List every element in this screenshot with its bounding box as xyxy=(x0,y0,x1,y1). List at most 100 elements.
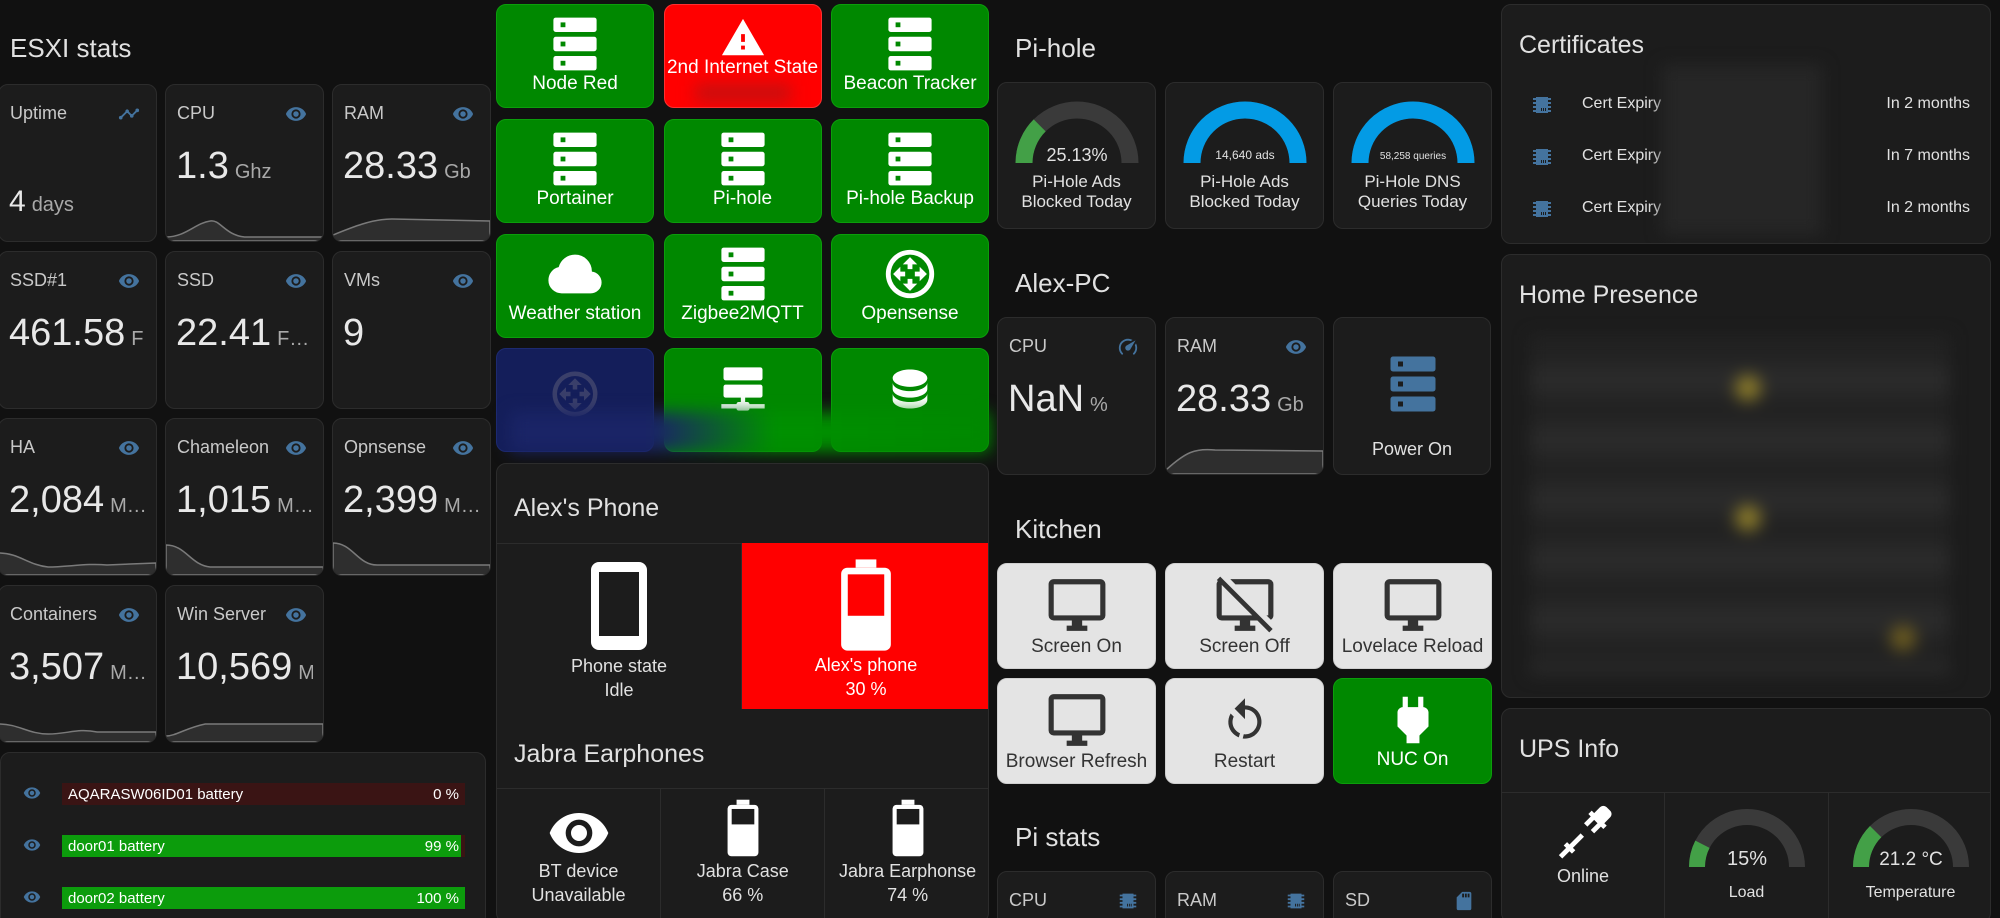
tile-beacon-tracker[interactable]: Beacon Tracker xyxy=(831,4,989,108)
eye-icon xyxy=(1285,340,1307,354)
kitchen-screen-on-button[interactable]: Screen On xyxy=(997,563,1156,669)
ups-status: Online xyxy=(1556,866,1610,886)
cert-value: In 7 months xyxy=(1886,147,1970,164)
alert-icon xyxy=(721,18,764,56)
tile-weather-station[interactable]: Weather station xyxy=(496,234,654,338)
pihole-gauge-card[interactable]: 58,258 queries Pi-Hole DNS Queries Today xyxy=(1333,82,1492,229)
sensor-card-opnsense[interactable]: Opnsense 2,399 M… xyxy=(332,418,491,576)
temperature-gauge: 21.2 °C xyxy=(1853,809,1969,870)
eye-icon xyxy=(285,274,307,288)
sensor-name: SSD#1 xyxy=(10,270,68,290)
gauge: 58,258 queries xyxy=(1351,101,1475,164)
jabra-title: Jabra Earphones xyxy=(514,740,705,768)
battery-row[interactable]: door01 battery 99 % xyxy=(1,828,485,864)
pistats-title: Pi stats xyxy=(1015,822,1101,852)
battery-icon xyxy=(892,799,924,857)
sensor-unit: Ghz xyxy=(234,161,272,183)
jabra-item-value: Unavailable xyxy=(531,885,626,905)
sensor-card-ha[interactable]: HA 2,084 M… xyxy=(0,418,157,576)
battery-bar: AQARASW06ID01 battery 0 % xyxy=(62,783,465,805)
gauge: 14,640 ads xyxy=(1183,101,1307,164)
ups-load-label: Load xyxy=(1728,884,1765,901)
sensor-value: 1,015 xyxy=(176,479,272,521)
kitchen-screen-off-button[interactable]: Screen Off xyxy=(1165,563,1324,669)
server-network-icon xyxy=(721,367,765,411)
ups-status-tile[interactable]: Online xyxy=(1502,792,1665,918)
sensor-unit: F xyxy=(131,328,144,350)
cloud-icon xyxy=(548,254,602,294)
sensor-card-win-server[interactable]: Win Server 10,569M xyxy=(165,585,324,743)
cert-name: Cert Expiry xyxy=(1582,199,1662,216)
sensor-value: 1.3 xyxy=(176,145,229,187)
pihole-gauge-card[interactable]: 14,640 ads Pi-Hole Ads Blocked Today xyxy=(1165,82,1324,229)
cert-value: In 2 months xyxy=(1886,199,1970,216)
jabra-item[interactable]: Jabra Earphonse 74 % xyxy=(826,789,988,918)
kitchen-nuc-on-button[interactable]: NUC On xyxy=(1333,678,1492,784)
gauge-value: 58,258 queries xyxy=(1380,151,1446,162)
sensor-card-vms[interactable]: VMs 9 xyxy=(332,251,491,409)
kitchen-restart-button[interactable]: Restart xyxy=(1165,678,1324,784)
sensor-value: 3,507 xyxy=(9,646,105,688)
kitchen-button-label: Screen On xyxy=(1031,636,1122,657)
ups-temp-tile[interactable]: 21.2 °C Temperature xyxy=(1829,792,1990,918)
sensor-value: 22.41 xyxy=(176,312,272,354)
ups-load-tile[interactable]: 15% Load xyxy=(1665,792,1829,918)
database-icon xyxy=(892,369,928,409)
server-icon xyxy=(553,17,597,71)
sensor-card-containers[interactable]: Containers 3,507 M… xyxy=(0,585,157,743)
jabra-item-name: Jabra Case xyxy=(696,861,789,881)
tile-portainer[interactable]: Portainer xyxy=(496,119,654,223)
cert-name: Cert Expiry xyxy=(1582,147,1662,164)
battery-bar: door02 battery 100 % xyxy=(62,887,465,909)
tile-node-red[interactable]: Node Red xyxy=(496,4,654,108)
tile-label: Zigbee2MQTT xyxy=(681,303,804,324)
phone-battery-tile[interactable]: Alex's phone 30 % xyxy=(742,543,988,709)
tile-2nd-internet-state[interactable]: 2nd Internet State xyxy=(663,4,822,108)
gauge: 25.13% xyxy=(1015,101,1139,165)
eye-icon xyxy=(118,608,140,622)
eye-icon xyxy=(452,274,474,288)
tile-zigbee2mqtt[interactable]: Zigbee2MQTT xyxy=(663,234,822,338)
phone-state-name: Phone state xyxy=(570,656,668,676)
sensor-card-ssd[interactable]: SSD 22.41 F… xyxy=(165,251,324,409)
server-icon xyxy=(888,132,932,186)
tile-pi-hole[interactable]: Pi-hole xyxy=(663,119,822,223)
server-icon xyxy=(553,132,597,186)
sensor-unit: M… xyxy=(110,662,146,684)
jabra-item[interactable]: Jabra Case 66 % xyxy=(661,789,826,918)
redacted-presence xyxy=(1530,335,1950,675)
tile-pi-hole-backup[interactable]: Pi-hole Backup xyxy=(831,119,989,223)
sensor-card-chameleon[interactable]: Chameleon 1,015 M… xyxy=(165,418,324,576)
server-icon xyxy=(720,247,765,301)
battery-row[interactable]: AQARASW06ID01 battery 0 % xyxy=(1,776,485,812)
pihole-gauge-card[interactable]: 25.13% Pi-Hole Ads Blocked Today xyxy=(997,82,1156,229)
battery-row[interactable]: door02 battery 100 % xyxy=(1,880,485,916)
sensor-name: RAM xyxy=(344,103,384,123)
alexpc-ram-card[interactable]: RAM 28.33 Gb xyxy=(1165,317,1324,475)
tile-label: Opensense xyxy=(861,303,959,324)
sensor-card-uptime[interactable]: Uptime 4 days xyxy=(0,84,157,242)
phone-state-tile[interactable]: Phone state Idle xyxy=(497,543,742,709)
pistats-ram-card[interactable]: RAM xyxy=(1165,871,1324,918)
redacted-state xyxy=(694,85,791,101)
sensor-card-cpu[interactable]: CPU 1.3 Ghz xyxy=(165,84,324,242)
tile-opensense[interactable]: Opensense xyxy=(831,234,989,338)
sensor-card-ssd-1[interactable]: SSD#1 461.58 F xyxy=(0,251,157,409)
chip-icon xyxy=(1119,893,1137,909)
sensor-unit: F… xyxy=(277,328,310,350)
sparkline xyxy=(166,723,323,742)
sensor-name: Chameleon xyxy=(177,437,270,457)
power-on-button[interactable]: Power On xyxy=(1333,317,1491,475)
battery-icon xyxy=(727,799,759,857)
jabra-item[interactable]: BT device Unavailable xyxy=(497,789,661,918)
redacted-region xyxy=(1662,65,1822,235)
pistats-cpu-card[interactable]: CPU xyxy=(997,871,1156,918)
certificates-title: Certificates xyxy=(1519,31,1645,59)
alexpc-cpu-card[interactable]: CPU NaN% xyxy=(997,317,1156,475)
kitchen-lovelace-reload-button[interactable]: Lovelace Reload xyxy=(1333,563,1492,669)
pistats-sd-card[interactable]: SD xyxy=(1333,871,1492,918)
ups-title: UPS Info xyxy=(1519,735,1620,763)
sensor-name: VMs xyxy=(344,270,380,290)
sensor-card-ram[interactable]: RAM 28.33 Gb xyxy=(332,84,491,242)
kitchen-browser-refresh-button[interactable]: Browser Refresh xyxy=(997,678,1156,784)
